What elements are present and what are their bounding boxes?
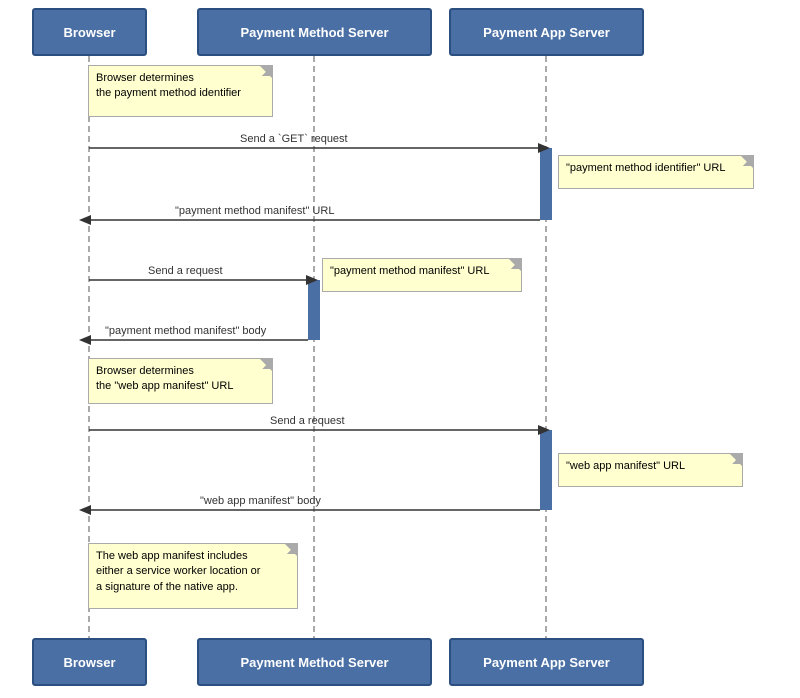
payment-app-server-bottom-actor: Payment App Server bbox=[449, 638, 644, 686]
browser-top-actor: Browser bbox=[32, 8, 147, 56]
browser-bottom-actor: Browser bbox=[32, 638, 147, 686]
arrow1-label: Send a `GET` request bbox=[240, 133, 348, 145]
arrow6-label: "web app manifest" body bbox=[200, 495, 321, 507]
payment-method-server-top-actor: Payment Method Server bbox=[197, 8, 432, 56]
note-webapp-manifest-description: The web app manifest includeseither a se… bbox=[88, 543, 298, 609]
payment-method-server-bottom-actor: Payment Method Server bbox=[197, 638, 432, 686]
arrow3-label: Send a request bbox=[148, 265, 223, 277]
note-browser-determines-payment-method: Browser determinesthe payment method ide… bbox=[88, 65, 273, 117]
sequence-diagram: Browser Payment Method Server Payment Ap… bbox=[0, 0, 800, 698]
note-payment-method-manifest-url: "payment method manifest" URL bbox=[322, 258, 522, 292]
note-browser-determines-webapp-manifest: Browser determinesthe "web app manifest"… bbox=[88, 358, 273, 404]
arrow4-label: "payment method manifest" body bbox=[105, 325, 266, 337]
payment-app-server-top-actor: Payment App Server bbox=[449, 8, 644, 56]
note-payment-method-identifier-url: "payment method identifier" URL bbox=[558, 155, 754, 189]
arrow5-label: Send a request bbox=[270, 415, 345, 427]
note-webapp-manifest-url: "web app manifest" URL bbox=[558, 453, 743, 487]
arrow2-label: "payment method manifest" URL bbox=[175, 205, 334, 217]
